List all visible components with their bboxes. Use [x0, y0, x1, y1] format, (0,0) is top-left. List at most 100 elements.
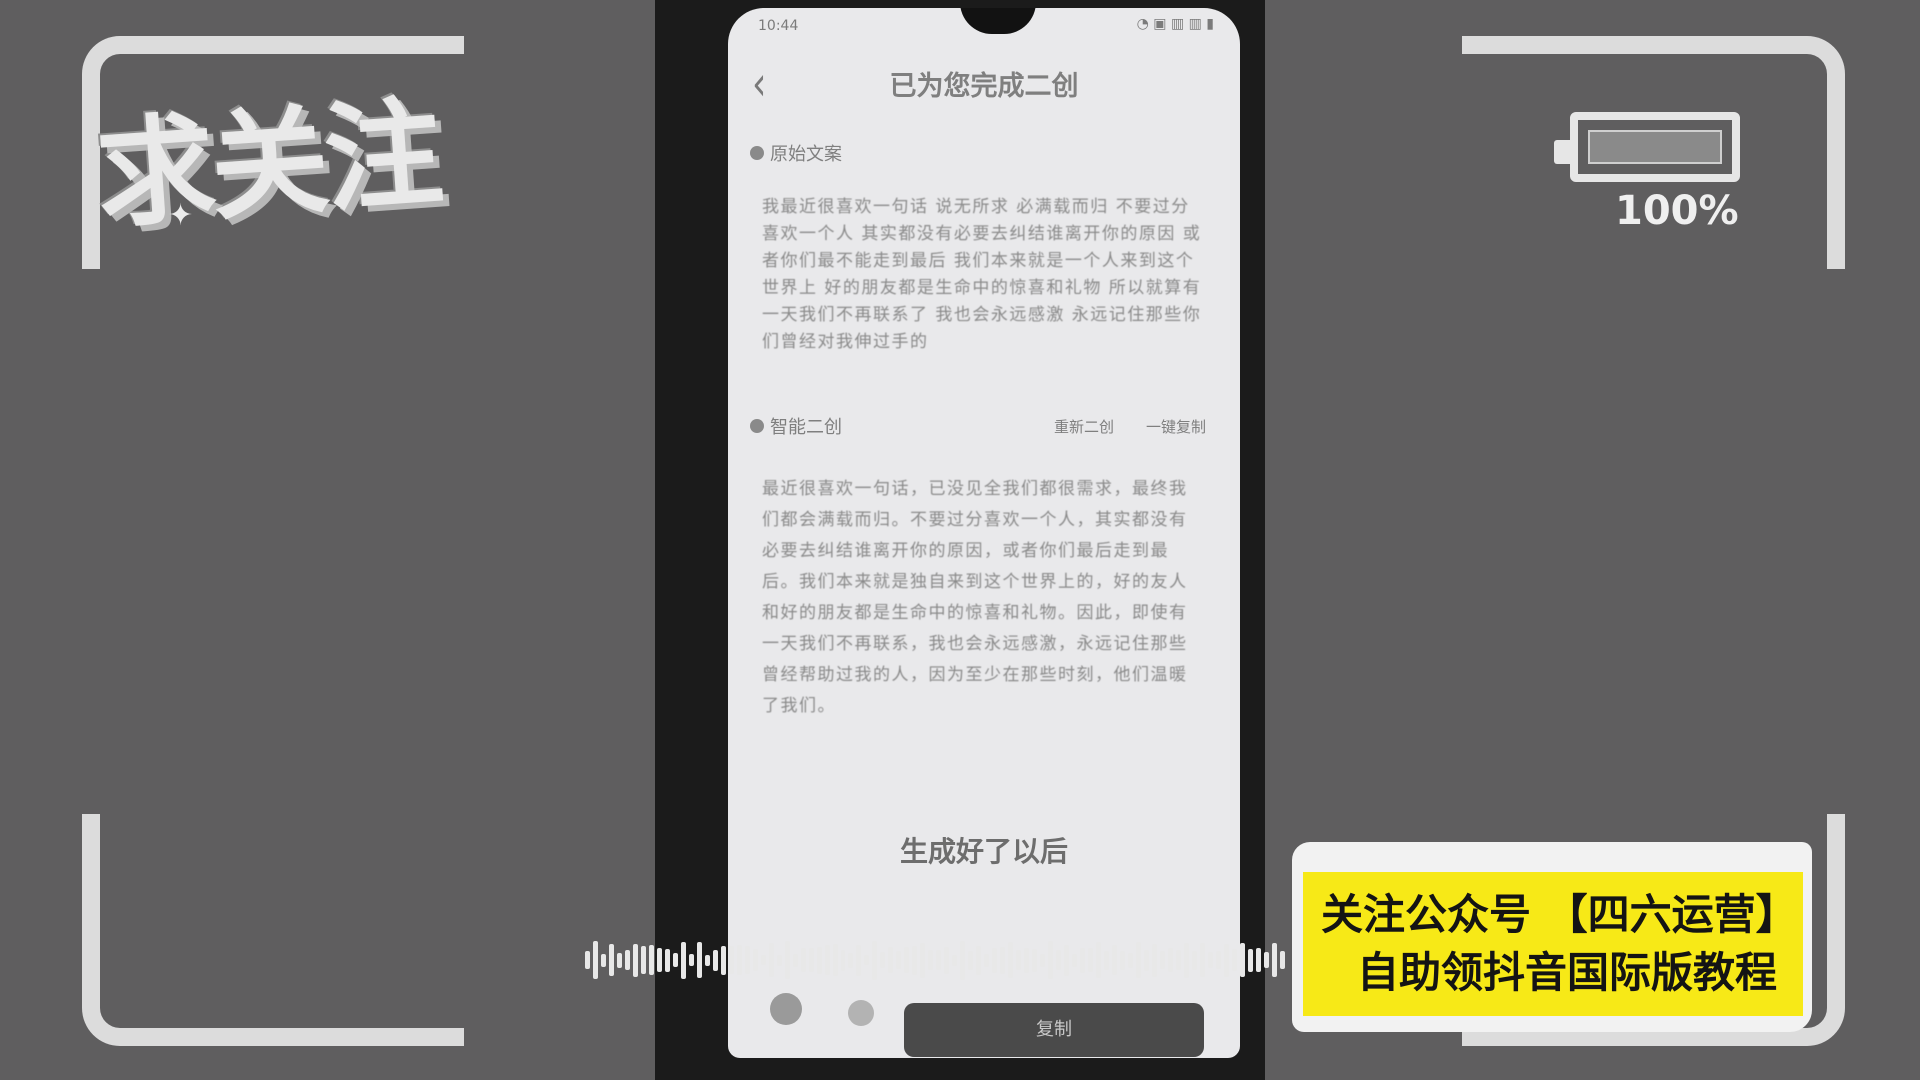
phone-screen: 10:44 ◔ ▣ ▥ ▥ ▮ ‹ 已为您完成二创 原始文案 我最近很喜欢一句话… [728, 8, 1240, 1058]
waveform-bar [848, 952, 854, 968]
record-icon[interactable] [770, 993, 802, 1025]
waveform-bar [792, 953, 798, 967]
waveform-bar [952, 954, 958, 966]
waveform-bar [1279, 951, 1285, 969]
waveform-bar [736, 945, 742, 975]
waveform-bar [600, 953, 606, 967]
waveform-bar [904, 947, 910, 973]
regenerate-button[interactable]: 重新二创 [1054, 416, 1114, 437]
waveform-bar [1080, 947, 1086, 973]
follow-request-sticker: 求关注 [92, 83, 444, 245]
waveform-bar [976, 945, 982, 975]
waveform-bar [752, 949, 758, 971]
waveform-bar [1135, 942, 1141, 978]
waveform-bar [1263, 952, 1269, 968]
refresh-icon[interactable] [848, 1000, 874, 1026]
waveform-bar [944, 946, 950, 974]
waveform-bar [776, 954, 782, 966]
waveform-bar [1159, 951, 1165, 969]
waveform-bar [1088, 948, 1093, 972]
waveform-bar [1008, 942, 1014, 978]
waveform-bar [888, 947, 894, 973]
waveform-bar [936, 950, 942, 970]
waveform-bar [832, 944, 838, 976]
video-subtitle: 生成好了以后 [899, 835, 1068, 868]
copy-button[interactable]: 复制 [904, 1003, 1204, 1057]
waveform-bar [1111, 945, 1117, 975]
waveform-bar [632, 943, 638, 977]
waveform-bar [1183, 942, 1189, 978]
status-time: 10:44 [758, 18, 799, 34]
sparkle-icon: ✦ [168, 198, 194, 233]
waveform-bar [744, 946, 750, 974]
waveform-bar [1016, 950, 1022, 970]
waveform-bar [624, 950, 630, 970]
waveform-bar [672, 953, 678, 967]
section-bullet-icon [750, 146, 764, 160]
waveform-bar [896, 951, 902, 969]
page-title: 已为您完成二创 [889, 71, 1079, 102]
waveform-bar [664, 948, 670, 972]
waveform-bar [1119, 950, 1125, 970]
waveform-bar [1032, 948, 1038, 972]
waveform-bar [768, 943, 774, 977]
waveform-bar [608, 944, 614, 976]
smart-rewrite-header: 智能二创 重新二创 一键复制 [750, 413, 1206, 439]
audio-waveform [585, 940, 1285, 980]
waveform-bar [928, 950, 934, 970]
waveform-bar [1000, 946, 1006, 974]
waveform-bar [1024, 947, 1030, 973]
waveform-bar [1207, 952, 1213, 968]
smart-rewrite-label: 智能二创 [770, 417, 842, 438]
waveform-bar [585, 951, 590, 969]
battery-cap [1554, 140, 1572, 164]
waveform-bar [920, 942, 926, 978]
waveform-bar [840, 949, 846, 971]
waveform-bar [1072, 953, 1078, 967]
viewfinder-corner-bottom-left [82, 814, 464, 1046]
original-section-label: 原始文案 [770, 144, 842, 165]
promo-line-2: 自助领抖音国际版教程 [1357, 948, 1778, 997]
waveform-bar [1247, 948, 1253, 972]
waveform-bar [960, 940, 966, 980]
waveform-bar [1215, 951, 1221, 969]
battery-percent: 100% [1615, 188, 1739, 234]
waveform-bar [728, 946, 734, 974]
waveform-bar [816, 946, 822, 974]
status-icons: ◔ ▣ ▥ ▥ ▮ [1136, 16, 1214, 32]
waveform-bar [1151, 943, 1157, 977]
waveform-bar [1040, 953, 1046, 967]
waveform-bar [1096, 942, 1101, 978]
promo-banner: 关注公众号 【四六运营】 自助领抖音国际版教程 [1303, 872, 1803, 1016]
waveform-bar [696, 942, 702, 978]
waveform-bar [616, 952, 622, 968]
section-bullet-icon [750, 419, 764, 433]
waveform-bar [1127, 952, 1133, 968]
waveform-bar [1167, 948, 1173, 972]
waveform-bar [1175, 950, 1181, 970]
waveform-bar [592, 941, 598, 979]
waveform-bar [784, 941, 790, 979]
waveform-bar [1271, 943, 1277, 977]
battery-fill [1588, 130, 1722, 164]
waveform-bar [1103, 950, 1109, 970]
waveform-bar [984, 953, 990, 967]
waveform-bar [720, 945, 726, 975]
waveform-bar [808, 948, 814, 972]
waveform-bar [688, 954, 694, 966]
waveform-bar [640, 946, 646, 974]
waveform-bar [1064, 944, 1070, 976]
waveform-bar [760, 955, 766, 965]
waveform-bar [800, 948, 806, 972]
waveform-bar [1231, 949, 1237, 971]
waveform-bar [712, 949, 718, 971]
original-text: 我最近很喜欢一句话 说无所求 必满载而归 不要过分喜欢一个人 其实都没有必要去纠… [762, 197, 1202, 352]
waveform-bar [1255, 948, 1261, 972]
waveform-bar [1048, 941, 1054, 979]
copy-all-button[interactable]: 一键复制 [1146, 416, 1206, 437]
waveform-bar [856, 944, 862, 976]
waveform-bar [680, 941, 686, 979]
waveform-bar [880, 952, 886, 968]
waveform-bar [968, 950, 974, 970]
rewrite-text: 最近很喜欢一句话，已没见全我们都很需求，最终我们都会满载而归。不要过分喜欢一个人… [762, 479, 1188, 716]
